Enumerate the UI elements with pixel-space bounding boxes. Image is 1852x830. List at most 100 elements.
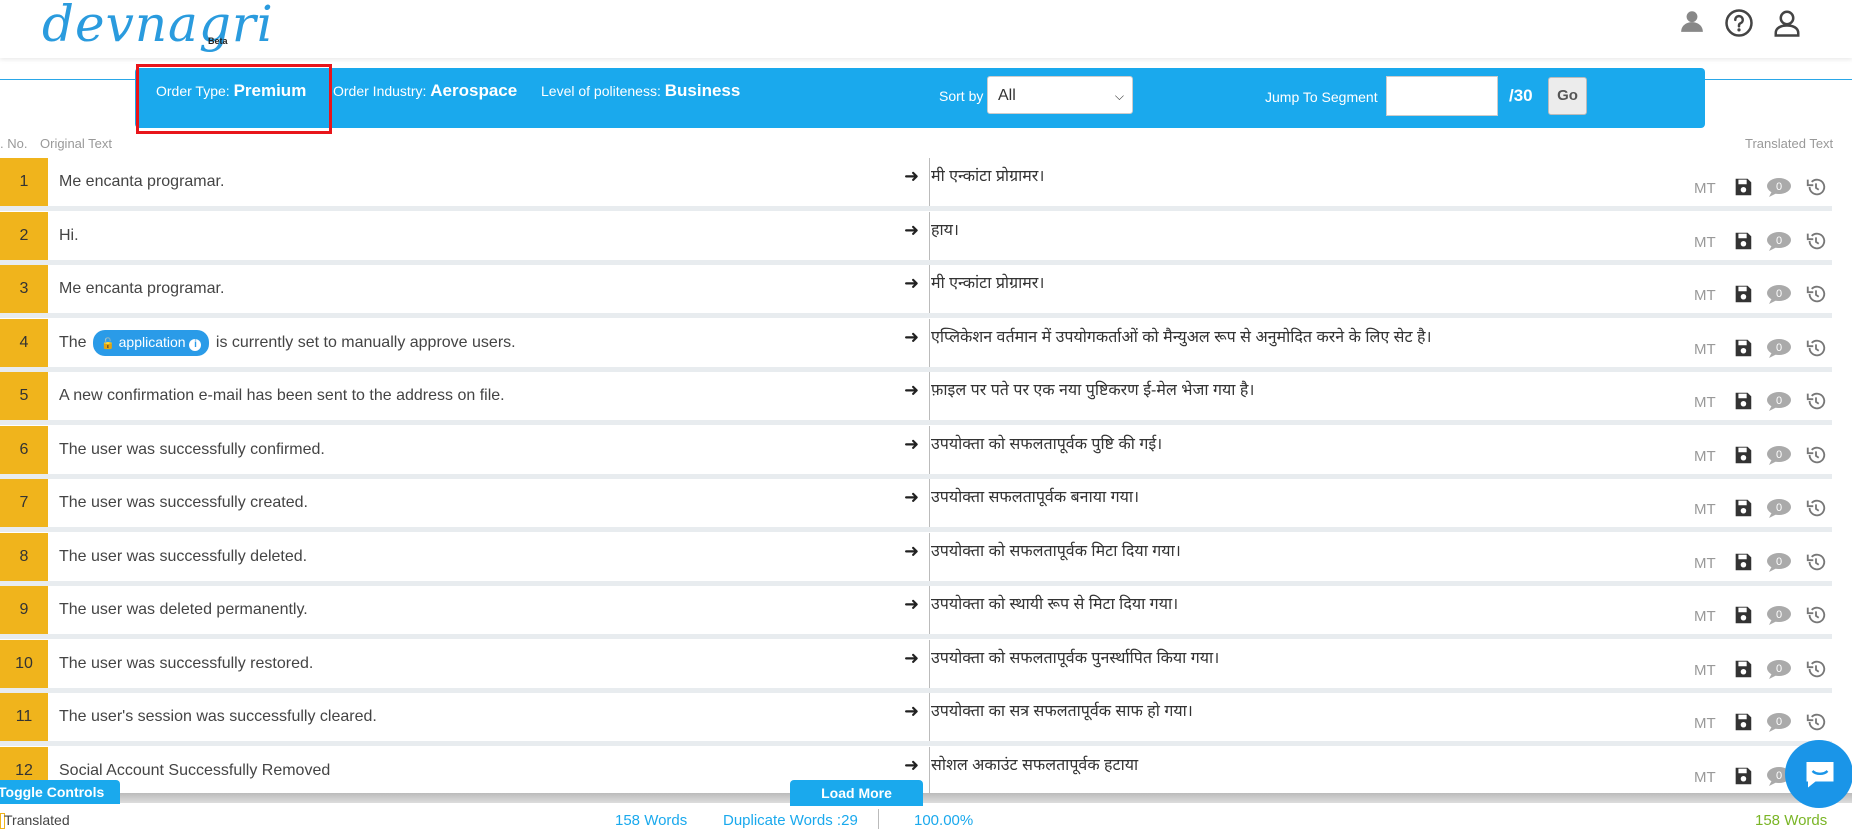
logo[interactable]: devnagri xyxy=(42,0,274,54)
history-icon[interactable] xyxy=(1805,444,1827,466)
help-icon[interactable] xyxy=(1724,8,1754,38)
history-icon[interactable] xyxy=(1805,551,1827,573)
translated-text[interactable]: फ़ाइल पर पते पर एक नया पुष्टिकरण ई-मेल भ… xyxy=(931,378,1254,400)
comment-icon[interactable]: 0 xyxy=(1766,176,1792,198)
translated-text[interactable]: उपयोक्ता का सत्र सफलतापूर्वक साफ हो गया। xyxy=(931,699,1193,721)
machine-translation-button[interactable]: MT xyxy=(1694,715,1716,732)
save-icon[interactable] xyxy=(1732,551,1754,573)
comment-count: 0 xyxy=(1776,395,1782,407)
segment-row[interactable]: 10 The user was successfully restored. ➜ उप… xyxy=(0,640,1832,688)
save-icon[interactable] xyxy=(1732,176,1754,198)
history-icon[interactable] xyxy=(1805,283,1827,305)
translated-text[interactable]: एप्लिकेशन वर्तमान में उपयोगकर्ताओं को मै… xyxy=(931,325,1432,347)
comment-icon[interactable]: 0 xyxy=(1766,390,1792,412)
comment-icon[interactable]: 0 xyxy=(1766,283,1792,305)
chat-button[interactable] xyxy=(1785,740,1852,808)
politeness-label: Level of politeness: xyxy=(541,83,661,99)
segment-row[interactable]: 4 The 🔓 application i is currently set to… xyxy=(0,319,1832,367)
arrow-right-icon[interactable]: ➜ xyxy=(904,327,919,348)
comment-icon[interactable]: 0 xyxy=(1766,230,1792,252)
source-text: The 🔓 application i is currently set to … xyxy=(59,319,516,367)
history-icon[interactable] xyxy=(1805,711,1827,733)
translated-text[interactable]: उपयोक्ता को सफलतापूर्वक पुनर्स्थापित किय… xyxy=(931,646,1219,668)
translated-text[interactable]: मी एन्कांटा प्रोग्रामर। xyxy=(931,271,1044,293)
translated-text[interactable]: उपयोक्ता सफलतापूर्वक बनाया गया। xyxy=(931,485,1139,507)
save-icon[interactable] xyxy=(1732,497,1754,519)
comment-icon[interactable]: 0 xyxy=(1766,604,1792,626)
segment-row[interactable]: 8 The user was successfully deleted. ➜ उपयो… xyxy=(0,533,1832,581)
arrow-right-icon[interactable]: ➜ xyxy=(904,541,919,562)
save-icon[interactable] xyxy=(1732,604,1754,626)
user-icon[interactable] xyxy=(1679,8,1705,34)
segment-number: 7 xyxy=(0,479,48,527)
account-icon[interactable] xyxy=(1772,8,1802,38)
history-icon[interactable] xyxy=(1805,658,1827,680)
arrow-right-icon[interactable]: ➜ xyxy=(904,434,919,455)
machine-translation-button[interactable]: MT xyxy=(1694,287,1716,304)
save-icon[interactable] xyxy=(1732,390,1754,412)
machine-translation-button[interactable]: MT xyxy=(1694,448,1716,465)
tag-pill[interactable]: 🔓 application i xyxy=(93,329,210,356)
segment-row[interactable]: 5 A new confirmation e-mail has been sent… xyxy=(0,372,1832,420)
segment-row[interactable]: 1 Me encanta programar. ➜ मी एन्कांटा प्रोग… xyxy=(0,158,1832,206)
arrow-right-icon[interactable]: ➜ xyxy=(904,220,919,241)
arrow-right-icon[interactable]: ➜ xyxy=(904,755,919,776)
segment-row[interactable]: 3 Me encanta programar. ➜ मी एन्कांटा प्रोग… xyxy=(0,265,1832,313)
jump-to-segment-input[interactable] xyxy=(1386,76,1498,116)
segment-row[interactable]: 9 The user was deleted permanently. ➜ उपयोक… xyxy=(0,586,1832,634)
segment-row[interactable]: 7 The user was successfully created. ➜ उपयो… xyxy=(0,479,1832,527)
toggle-controls-button[interactable]: Toggle Controls xyxy=(0,780,120,804)
save-icon[interactable] xyxy=(1732,444,1754,466)
history-icon[interactable] xyxy=(1805,497,1827,519)
translated-text[interactable]: हाय। xyxy=(931,218,959,240)
save-icon[interactable] xyxy=(1732,765,1754,787)
arrow-right-icon[interactable]: ➜ xyxy=(904,380,919,401)
save-icon[interactable] xyxy=(1732,283,1754,305)
arrow-right-icon[interactable]: ➜ xyxy=(904,273,919,294)
save-icon[interactable] xyxy=(1732,658,1754,680)
segment-row[interactable]: 2 Hi. ➜ हाय। MT 0 xyxy=(0,212,1832,260)
column-divider xyxy=(929,158,930,206)
machine-translation-button[interactable]: MT xyxy=(1694,341,1716,358)
translated-text[interactable]: मी एन्कांटा प्रोग्रामर। xyxy=(931,164,1044,186)
arrow-right-icon[interactable]: ➜ xyxy=(904,701,919,722)
go-button[interactable]: Go xyxy=(1548,77,1587,115)
arrow-right-icon[interactable]: ➜ xyxy=(904,648,919,669)
load-more-button[interactable]: Load More xyxy=(790,780,923,806)
arrow-right-icon[interactable]: ➜ xyxy=(904,594,919,615)
history-icon[interactable] xyxy=(1805,230,1827,252)
comment-icon[interactable]: 0 xyxy=(1766,551,1792,573)
total-segments: /30 xyxy=(1509,86,1533,105)
arrow-right-icon[interactable]: ➜ xyxy=(904,487,919,508)
machine-translation-button[interactable]: MT xyxy=(1694,501,1716,518)
comment-icon[interactable]: 0 xyxy=(1766,711,1792,733)
translated-text[interactable]: उपयोक्ता को सफलतापूर्वक पुष्टि की गई। xyxy=(931,432,1162,454)
machine-translation-button[interactable]: MT xyxy=(1694,608,1716,625)
col-header-original: Original Text xyxy=(40,136,113,151)
machine-translation-button[interactable]: MT xyxy=(1694,769,1716,786)
sort-select[interactable]: All ⌵ xyxy=(987,76,1133,114)
history-icon[interactable] xyxy=(1805,176,1827,198)
translated-text[interactable]: सोशल अकाउंट सफलतापूर्वक हटाया xyxy=(931,753,1138,775)
history-icon[interactable] xyxy=(1805,390,1827,412)
translated-text[interactable]: उपयोक्ता को स्थायी रूप से मिटा दिया गया। xyxy=(931,592,1178,614)
comment-icon[interactable]: 0 xyxy=(1766,497,1792,519)
machine-translation-button[interactable]: MT xyxy=(1694,180,1716,197)
history-icon[interactable] xyxy=(1805,337,1827,359)
save-icon[interactable] xyxy=(1732,337,1754,359)
word-count: 158 Words xyxy=(615,812,688,829)
machine-translation-button[interactable]: MT xyxy=(1694,394,1716,411)
comment-icon[interactable]: 0 xyxy=(1766,337,1792,359)
machine-translation-button[interactable]: MT xyxy=(1694,662,1716,679)
history-icon[interactable] xyxy=(1805,604,1827,626)
comment-icon[interactable]: 0 xyxy=(1766,444,1792,466)
machine-translation-button[interactable]: MT xyxy=(1694,234,1716,251)
translated-text[interactable]: उपयोक्ता को सफलतापूर्वक मिटा दिया गया। xyxy=(931,539,1181,561)
arrow-right-icon[interactable]: ➜ xyxy=(904,166,919,187)
machine-translation-button[interactable]: MT xyxy=(1694,555,1716,572)
save-icon[interactable] xyxy=(1732,711,1754,733)
save-icon[interactable] xyxy=(1732,230,1754,252)
segment-row[interactable]: 11 The user's session was successfully cl… xyxy=(0,693,1832,741)
segment-row[interactable]: 6 The user was successfully confirmed. ➜ उप… xyxy=(0,426,1832,474)
comment-icon[interactable]: 0 xyxy=(1766,658,1792,680)
